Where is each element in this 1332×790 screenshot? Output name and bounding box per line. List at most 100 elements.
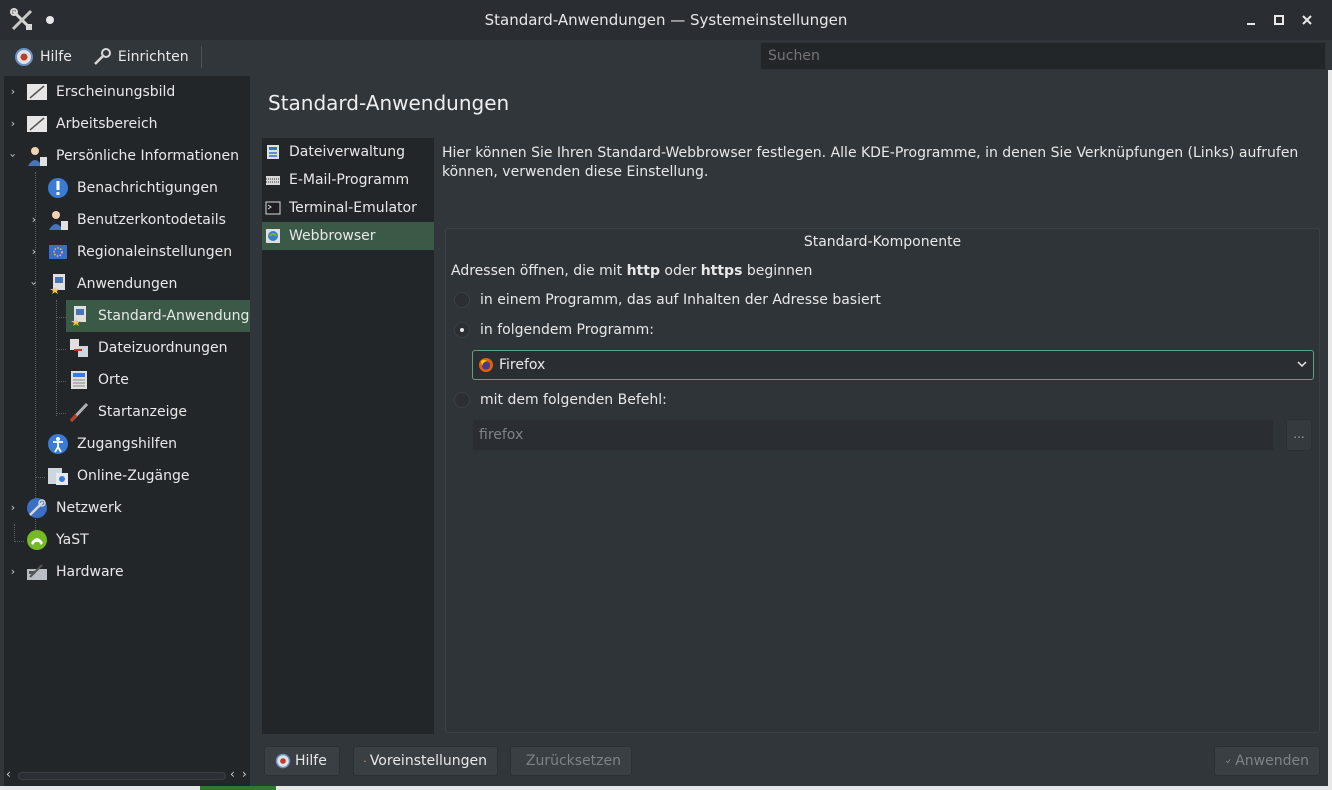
search-input[interactable] bbox=[760, 42, 1326, 70]
maximize-icon[interactable] bbox=[1269, 10, 1289, 30]
help-button[interactable]: Hilfe bbox=[264, 746, 340, 776]
browser-select[interactable]: Firefox bbox=[472, 350, 1314, 380]
defaults-button-label: Voreinstellungen bbox=[369, 753, 487, 769]
group-title: Standard-Komponente bbox=[803, 234, 962, 250]
sidebar-item-notifications[interactable]: Benachrichtigungen bbox=[47, 172, 250, 204]
email-icon bbox=[266, 176, 280, 185]
hardware-icon bbox=[27, 564, 47, 580]
sidebar-item-label: Standard-Anwendungen bbox=[98, 308, 250, 324]
sidebar-item-label: Erscheinungsbild bbox=[56, 84, 176, 100]
tree-guide bbox=[56, 349, 66, 350]
description-text: Hier können Sie Ihren Standard-Webbrowse… bbox=[442, 145, 1299, 180]
sidebar: › Erscheinungsbild › Arbeitsbereich › Pe… bbox=[4, 76, 250, 788]
undo-icon bbox=[521, 760, 522, 762]
sidebar-item-network[interactable]: Netzwerk bbox=[26, 492, 250, 524]
category-terminal[interactable]: Terminal-Emulator bbox=[262, 194, 434, 222]
component-category-list: Dateiverwaltung E-Mail-Programm Terminal… bbox=[262, 138, 434, 734]
places-icon bbox=[71, 371, 87, 389]
toolbar-separator bbox=[200, 46, 202, 68]
sidebar-item-applications[interactable]: Anwendungen bbox=[47, 268, 250, 300]
sidebar-item-appearance[interactable]: Erscheinungsbild bbox=[26, 76, 250, 108]
reset-button[interactable]: Zurücksetzen bbox=[510, 746, 632, 776]
scrollbar-track[interactable] bbox=[18, 772, 226, 780]
tree-guide bbox=[14, 541, 24, 542]
radio-program[interactable] bbox=[454, 322, 470, 338]
chevron-down-icon[interactable]: › bbox=[7, 150, 20, 162]
close-icon[interactable] bbox=[1297, 10, 1317, 30]
radio-command[interactable] bbox=[454, 392, 470, 408]
configure-toolbar-button[interactable]: Einrichten bbox=[86, 42, 195, 72]
sidebar-item-regional[interactable]: Regionaleinstellungen bbox=[47, 236, 250, 268]
browse-button[interactable]: ... bbox=[1286, 419, 1312, 451]
tree-guide bbox=[56, 413, 66, 414]
https-scheme: https bbox=[700, 263, 743, 279]
chevron-down-icon bbox=[1297, 361, 1307, 368]
sidebar-item-personal-info[interactable]: Persönliche Informationen bbox=[26, 140, 250, 172]
chevron-right-icon[interactable]: › bbox=[7, 85, 19, 98]
sidebar-item-workspace[interactable]: Arbeitsbereich bbox=[26, 108, 250, 140]
sidebar-item-online-accounts[interactable]: Online-Zugänge bbox=[47, 460, 250, 492]
sidebar-item-hardware[interactable]: Hardware bbox=[26, 556, 250, 588]
web-browser-icon bbox=[266, 229, 280, 243]
regional-icon bbox=[49, 245, 67, 259]
sidebar-item-launch-feedback[interactable]: Startanzeige bbox=[68, 396, 250, 428]
sidebar-item-label: YaST bbox=[56, 532, 89, 548]
chevron-down-icon[interactable]: › bbox=[28, 278, 41, 290]
sidebar-item-places[interactable]: Orte bbox=[68, 364, 250, 396]
url-scheme-label: Adressen öffnen, die mit http oder https… bbox=[451, 263, 812, 279]
category-label: Dateiverwaltung bbox=[289, 144, 406, 160]
chevron-right-icon[interactable]: › bbox=[7, 565, 19, 578]
category-email[interactable]: E-Mail-Programm bbox=[262, 166, 434, 194]
radio-content-based[interactable] bbox=[454, 292, 470, 308]
sidebar-item-label: Dateizuordnungen bbox=[98, 340, 228, 356]
sidebar-item-label: Hardware bbox=[56, 564, 124, 580]
wrench-icon bbox=[93, 48, 111, 65]
file-associations-icon bbox=[70, 339, 88, 357]
tree-guide bbox=[56, 317, 66, 318]
option-content-based[interactable]: in einem Programm, das auf Inhalten der … bbox=[454, 292, 881, 308]
sidebar-horizontal-scrollbar[interactable]: ‹ ‹ › bbox=[6, 767, 250, 782]
sidebar-item-label: Startanzeige bbox=[98, 404, 188, 420]
sidebar-item-user-account[interactable]: Benutzerkontodetails bbox=[47, 204, 250, 236]
sidebar-item-yast[interactable]: YaST bbox=[26, 524, 250, 556]
firefox-icon bbox=[479, 358, 493, 372]
yast-icon bbox=[27, 530, 47, 550]
scroll-right-icon[interactable]: › bbox=[242, 767, 247, 781]
minimize-icon[interactable] bbox=[1241, 10, 1261, 30]
chevron-right-icon[interactable]: › bbox=[7, 501, 19, 514]
pin-icon[interactable] bbox=[46, 16, 54, 24]
default-component-group: Standard-Komponente Adressen öffnen, die… bbox=[445, 228, 1320, 733]
category-label: Terminal-Emulator bbox=[289, 200, 417, 216]
workspace-icon bbox=[27, 116, 47, 132]
scroll-left-icon[interactable]: ‹ bbox=[230, 767, 235, 781]
apply-button[interactable]: Anwenden bbox=[1214, 746, 1320, 776]
help-toolbar-button[interactable]: Hilfe bbox=[8, 42, 78, 72]
sidebar-item-file-associations[interactable]: Dateizuordnungen bbox=[68, 332, 250, 364]
category-file-manager[interactable]: Dateiverwaltung bbox=[262, 138, 434, 166]
chevron-right-icon[interactable]: › bbox=[28, 213, 40, 226]
tree-guide bbox=[35, 172, 36, 546]
sidebar-item-default-apps[interactable]: Standard-Anwendungen bbox=[66, 300, 250, 332]
configure-toolbar-label: Einrichten bbox=[117, 49, 189, 65]
help-icon bbox=[15, 48, 33, 66]
scroll-left-start-icon[interactable]: ‹ bbox=[6, 767, 11, 781]
sidebar-item-accessibility[interactable]: Zugangshilfen bbox=[47, 428, 250, 460]
category-web-browser[interactable]: Webbrowser bbox=[262, 222, 434, 250]
http-scheme: http bbox=[626, 263, 660, 279]
help-icon bbox=[275, 753, 291, 769]
option-command-label: mit dem folgenden Befehl: bbox=[480, 392, 667, 408]
command-input[interactable] bbox=[472, 419, 1274, 451]
url-scheme-suffix: beginnen bbox=[742, 263, 813, 279]
accessibility-icon bbox=[48, 434, 68, 454]
appearance-icon bbox=[27, 84, 47, 100]
chevron-right-icon[interactable]: › bbox=[7, 117, 19, 130]
chevron-right-icon[interactable]: › bbox=[28, 245, 40, 258]
option-command[interactable]: mit dem folgenden Befehl: bbox=[454, 392, 667, 408]
desktop-edge bbox=[1328, 70, 1332, 790]
window-title: Standard-Anwendungen — Systemeinstellung… bbox=[484, 11, 848, 29]
launch-feedback-icon bbox=[69, 402, 89, 423]
option-program[interactable]: in folgendem Programm: bbox=[454, 322, 654, 338]
online-accounts-icon bbox=[48, 468, 68, 485]
defaults-button[interactable]: Voreinstellungen bbox=[353, 746, 498, 776]
url-scheme-prefix: Adressen öffnen, die mit bbox=[451, 263, 627, 279]
